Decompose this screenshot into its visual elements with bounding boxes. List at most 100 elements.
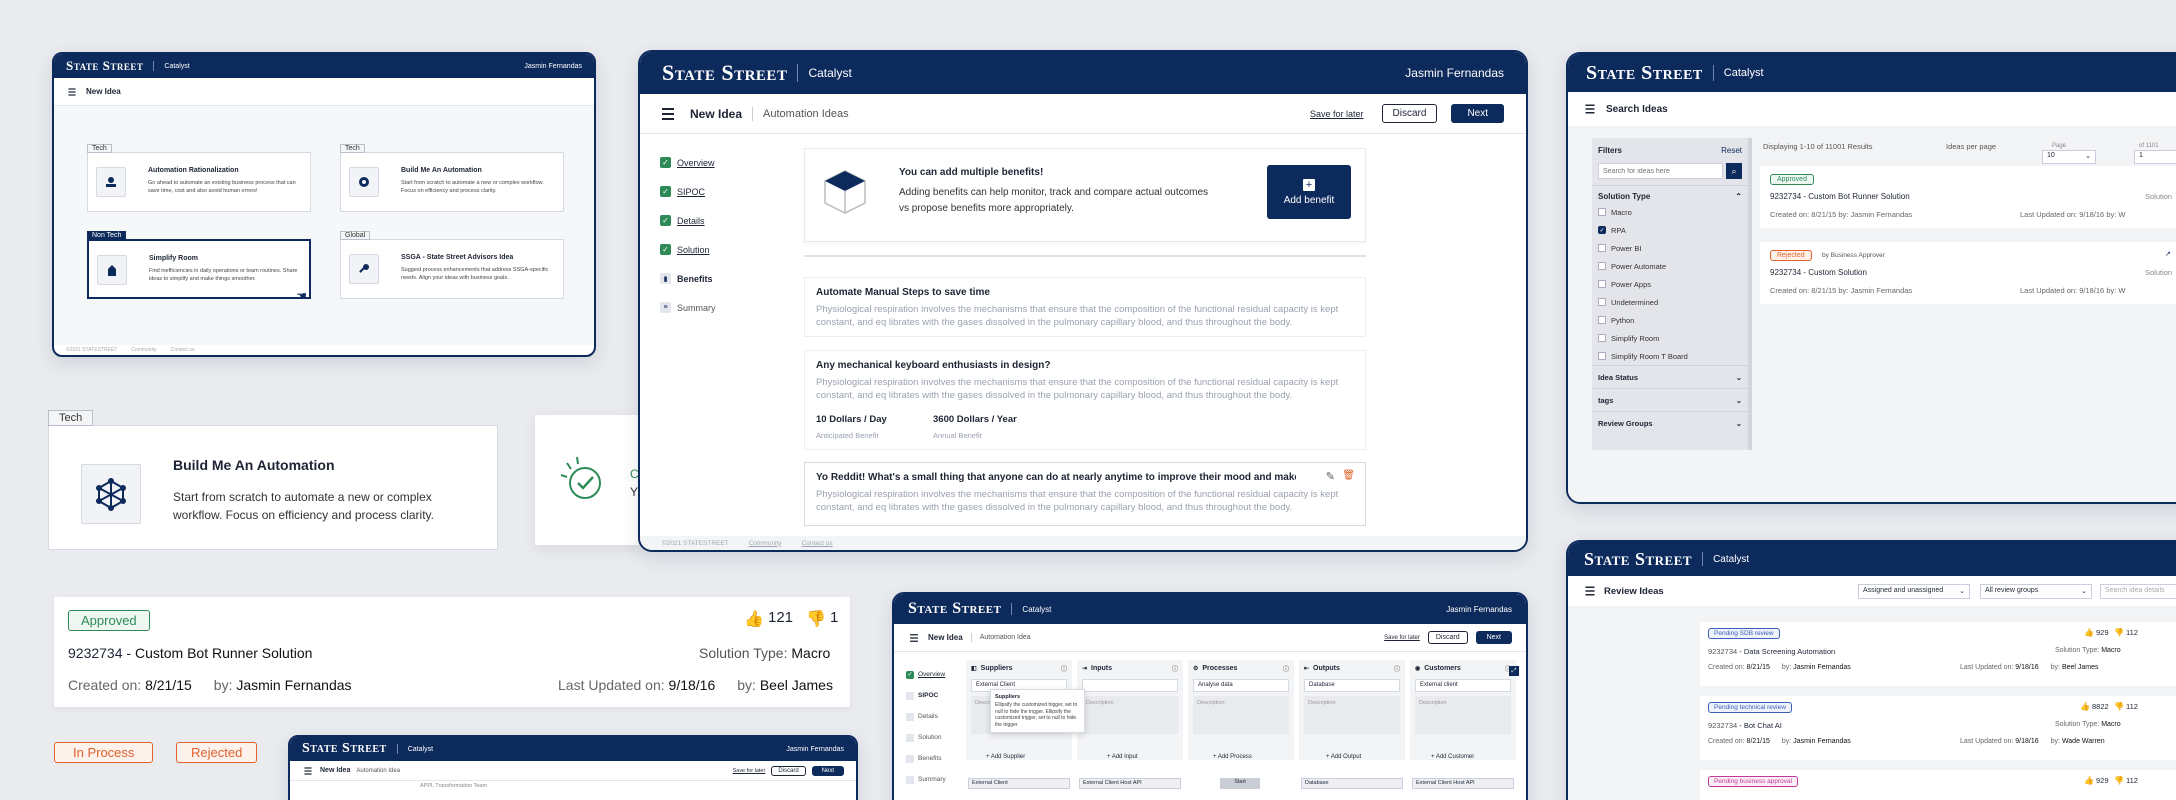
page-select[interactable]: 1⌄ [2134, 150, 2176, 164]
info-icon[interactable]: ⓘ [1394, 664, 1400, 673]
input-row-value[interactable]: External Client Host API [1079, 778, 1181, 789]
checkbox[interactable] [1598, 244, 1606, 252]
discard-button[interactable]: Discard [1427, 631, 1468, 644]
filter-option[interactable]: Undetermined [1598, 293, 1742, 311]
add-benefit-button[interactable]: + Add benefit [1267, 165, 1351, 219]
description-field[interactable]: Description [1193, 696, 1289, 734]
tags-filter[interactable]: tags [1598, 396, 1613, 405]
info-icon[interactable]: ⓘ [1172, 664, 1178, 673]
filter-option[interactable]: Power Automate [1598, 257, 1742, 275]
filter-option[interactable]: Macro [1598, 203, 1742, 221]
idea-status-filter[interactable]: Idea Status [1598, 373, 1638, 382]
discard-button[interactable]: Discard [771, 765, 806, 776]
add-process-button[interactable]: + Add Process [1213, 754, 1252, 760]
idea-type-card[interactable]: Tech Automation Rationalization Go ahead… [87, 144, 311, 212]
edit-icon[interactable]: ✎ [1326, 470, 1335, 483]
user-name[interactable]: Jasmin Fernandas [786, 746, 844, 753]
input-select[interactable] [1082, 679, 1178, 692]
community-link[interactable]: Community [131, 347, 156, 353]
thumbs-down-icon[interactable]: 👎 [2114, 628, 2124, 637]
benefit-card[interactable]: Any mechanical keyboard enthusiasts in d… [804, 350, 1366, 450]
review-item[interactable]: Pending SDB review 👍 929 👎 112 9232734 - D… [1700, 622, 2176, 686]
customer-select[interactable]: External client [1415, 679, 1511, 692]
filter-option[interactable]: Power Apps [1598, 275, 1742, 293]
idea-name[interactable]: Custom Bot Runner Solution [135, 645, 312, 661]
process-select[interactable]: Analyse data [1193, 679, 1289, 692]
output-row-value[interactable]: Database [1301, 778, 1403, 789]
result-card[interactable]: Approved 9232734 - Custom Bot Runner Sol… [1760, 166, 2176, 228]
description-field[interactable]: Description [1415, 696, 1511, 734]
filter-option[interactable]: ✓ RPA [1598, 221, 1742, 239]
filter-option[interactable]: Simplify Room T Board [1598, 347, 1742, 365]
contact-link[interactable]: Contact us [802, 540, 833, 547]
next-button[interactable]: Next [1475, 631, 1512, 644]
step-overview[interactable]: ✓ Overview [906, 664, 966, 685]
step-benefits[interactable]: ▮ Benefits [660, 264, 770, 293]
user-name[interactable]: Jasmin Fernandas [524, 63, 582, 70]
chevron-down-icon[interactable]: ⌄ [1736, 419, 1742, 428]
review-item[interactable]: Pending technical review 👍 8822 👎 112 9232… [1700, 696, 2176, 760]
next-button[interactable]: Next [1451, 104, 1504, 123]
description-field[interactable]: Description [1082, 696, 1178, 734]
add-input-button[interactable]: + Add Input [1107, 754, 1138, 760]
expand-icon[interactable]: ⤢ [1509, 666, 1519, 676]
step-overview[interactable]: ✓ Overview [660, 148, 770, 177]
next-button[interactable]: Next [811, 765, 844, 776]
step-solution[interactable]: ✓ Solution [660, 235, 770, 264]
reply-icon[interactable]: ↗ [2165, 250, 2171, 258]
output-select[interactable]: Database [1304, 679, 1400, 692]
menu-icon[interactable] [304, 766, 312, 775]
save-for-later-link[interactable]: Save for later [1310, 109, 1364, 119]
contact-link[interactable]: Contact us [171, 347, 195, 353]
filter-option[interactable]: Simplify Room [1598, 329, 1742, 347]
menu-icon[interactable] [1585, 104, 1595, 114]
info-icon[interactable]: ⓘ [1283, 664, 1289, 673]
idea-type-card[interactable]: Tech Build Me An Automation Start from s… [340, 144, 564, 212]
user-name[interactable]: Jasmin Fernandas [1405, 66, 1504, 80]
menu-icon[interactable] [662, 107, 674, 120]
benefit-card[interactable]: Automate Manual Steps to save time Physi… [804, 277, 1366, 337]
checkbox[interactable] [1598, 334, 1606, 342]
chevron-up-icon[interactable]: ⌃ [1735, 192, 1742, 201]
search-icon[interactable]: ⌕ [1726, 163, 1742, 179]
idea-type-card-zoom[interactable]: Tech Build Me An Automation Start from s… [48, 410, 498, 550]
user-name[interactable]: Jasmin Fernandas [1446, 605, 1512, 614]
menu-icon[interactable] [1585, 586, 1595, 596]
menu-icon[interactable] [910, 633, 918, 642]
filter-option[interactable]: Python [1598, 311, 1742, 329]
checkbox-checked[interactable]: ✓ [1598, 226, 1606, 234]
description-field[interactable]: Description [1304, 696, 1400, 734]
thumbs-down-icon[interactable]: 👎 [806, 609, 826, 629]
scrollbar[interactable] [1748, 138, 1752, 450]
breadcrumb[interactable]: Automation Ideas [763, 108, 849, 120]
thumbs-up-icon[interactable]: 👍 [2080, 702, 2090, 711]
step-summary[interactable]: Summary [906, 769, 966, 790]
reset-link[interactable]: Reset [1721, 146, 1742, 155]
idea-detail-card[interactable]: Approved 👍 121 👎 1 9232734 - Custom Bot … [54, 597, 850, 707]
customer-row-value[interactable]: External Client Host API [1412, 778, 1514, 789]
review-groups-filter[interactable]: Review Groups [1598, 419, 1653, 428]
idea-type-card[interactable]: Global SSGA - State Street Advisors Idea… [340, 231, 564, 299]
thumbs-up-icon[interactable]: 👍 [2084, 628, 2094, 637]
add-output-button[interactable]: + Add Output [1326, 754, 1361, 760]
discard-button[interactable]: Discard [1381, 104, 1438, 123]
add-customer-button[interactable]: + Add Customer [1431, 754, 1474, 760]
checkbox[interactable] [1598, 262, 1606, 270]
chevron-down-icon[interactable]: ⌄ [1736, 396, 1742, 405]
assignment-filter[interactable]: Assigned and unassigned ⌄ [1858, 583, 1970, 599]
breadcrumb[interactable]: Automation Idea [356, 768, 400, 774]
process-start-node[interactable]: Start [1220, 778, 1260, 789]
thumbs-up-icon[interactable]: 👍 [2084, 776, 2094, 785]
review-search-input[interactable]: Search idea details [2100, 583, 2176, 599]
save-for-later-link[interactable]: Save for later [1384, 635, 1420, 641]
supplier-row-value[interactable]: External Client [968, 778, 1070, 789]
chevron-down-icon[interactable]: ⌄ [1736, 373, 1742, 382]
checkbox[interactable] [1598, 316, 1606, 324]
step-sipoc[interactable]: ✓ SIPOC [660, 177, 770, 206]
add-supplier-button[interactable]: + Add Supplier [986, 754, 1025, 760]
review-group-filter[interactable]: All review groups ⌄ [1980, 583, 2092, 599]
per-page-select[interactable]: 10 ⌄ [2042, 150, 2096, 164]
filter-option[interactable]: Power BI [1598, 239, 1742, 257]
delete-icon[interactable]: 🗑 [1342, 470, 1355, 481]
step-solution[interactable]: Solution [906, 727, 966, 748]
